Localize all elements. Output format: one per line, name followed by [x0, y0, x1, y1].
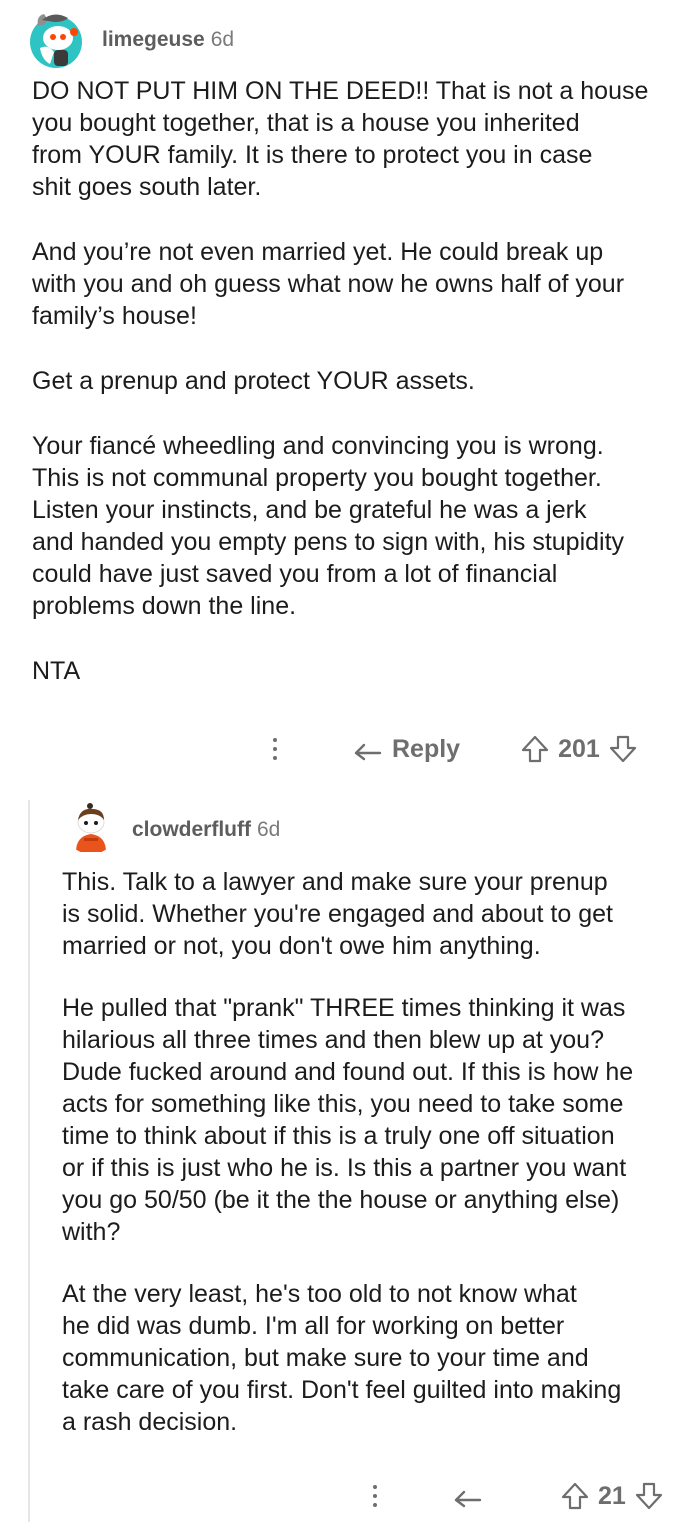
comment-paragraph: DO NOT PUT HIM ON THE DEED!! That is not… — [32, 77, 649, 201]
reply-label: Reply — [392, 734, 461, 763]
vote-controls: 201 — [520, 734, 638, 764]
upvote-arrow-icon[interactable] — [560, 1481, 590, 1511]
comment-meta: clowderfluff 6d — [132, 818, 280, 842]
avatar[interactable] — [24, 8, 88, 72]
reply-button[interactable]: Reply — [350, 735, 460, 764]
more-options-button[interactable] — [355, 1485, 395, 1507]
reply-button[interactable] — [450, 1484, 482, 1508]
comment-paragraph: He pulled that "prank" THREE times think… — [62, 994, 634, 1246]
snoo-avatar-icon — [64, 800, 118, 854]
comment: limegeuse 6d DO NOT PUT HIM ON THE DEED!… — [0, 0, 700, 790]
comment-paragraph: And you’re not even married yet. He coul… — [32, 238, 625, 330]
more-options-button[interactable] — [255, 738, 295, 760]
upvote-arrow-icon[interactable] — [520, 734, 550, 764]
comment-paragraph: This. Talk to a lawyer and make sure you… — [62, 868, 613, 960]
avatar[interactable] — [64, 800, 118, 854]
comment-body: This. Talk to a lawyer and make sure you… — [62, 866, 692, 1438]
comment-paragraph: At the very least, he's too old to not k… — [62, 1280, 622, 1436]
reply-arrow-icon — [454, 1490, 482, 1508]
more-vertical-icon — [373, 1485, 377, 1507]
downvote-arrow-icon[interactable] — [608, 734, 638, 764]
username[interactable]: limegeuse — [102, 28, 205, 52]
more-vertical-icon — [273, 738, 277, 760]
vote-score: 201 — [558, 734, 600, 763]
username[interactable]: clowderfluff — [132, 818, 251, 842]
downvote-arrow-icon[interactable] — [634, 1481, 664, 1511]
comment-actions: Reply 201 — [250, 727, 680, 771]
reply-comment: clowderfluff 6d This. Talk to a lawyer a… — [0, 790, 700, 1527]
comment-age: 6d — [210, 28, 235, 51]
comment-paragraph: NTA — [32, 657, 81, 685]
vote-controls: 21 — [560, 1481, 664, 1511]
comment-age: 6d — [257, 818, 281, 841]
snoo-avatar-icon — [24, 8, 88, 72]
comment-body: DO NOT PUT HIM ON THE DEED!! That is not… — [32, 75, 692, 687]
comment-paragraph: Your fiancé wheedling and convincing you… — [32, 432, 625, 620]
comment-actions: 21 — [350, 1474, 680, 1518]
vote-score: 21 — [598, 1481, 626, 1510]
comment-meta: limegeuse 6d — [102, 28, 234, 52]
comment-paragraph: Get a prenup and protect YOUR assets. — [32, 367, 475, 395]
reply-arrow-icon — [354, 743, 382, 761]
